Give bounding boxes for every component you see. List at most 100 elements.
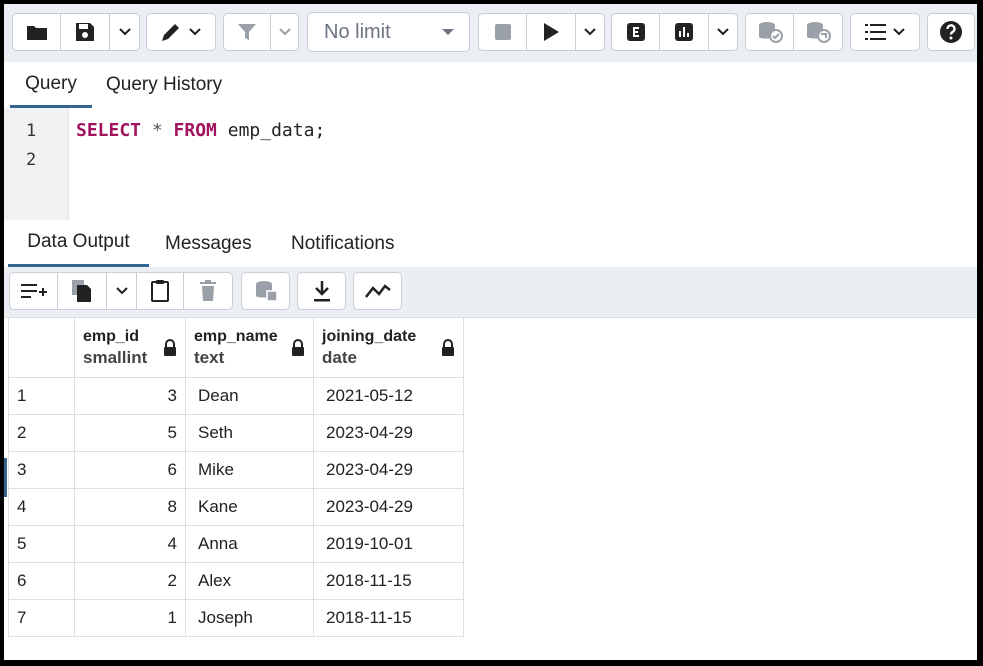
row-number[interactable]: 7 [8, 599, 75, 637]
line-number: 2 [26, 150, 37, 170]
cell-emp-name[interactable]: Kane [185, 488, 314, 526]
filter-icon [238, 24, 256, 40]
column-header-emp-name[interactable]: emp_name text [185, 317, 314, 378]
row-number[interactable]: 5 [8, 525, 75, 563]
stop-button[interactable] [478, 13, 527, 51]
grid-corner-cell[interactable] [8, 317, 75, 378]
cell-emp-id[interactable]: 8 [74, 488, 186, 526]
explain-analyze-button[interactable] [660, 13, 709, 51]
lock-icon [442, 338, 454, 356]
download-button[interactable] [297, 272, 346, 310]
row-number[interactable]: 1 [8, 377, 75, 415]
save-button[interactable] [61, 13, 110, 51]
explain-button[interactable] [611, 13, 660, 51]
grid-body: 1 3 Dean 2021-05-12 2 5 Seth 2023-04-29 3 6 Mike 20… [8, 377, 464, 637]
add-row-button[interactable] [9, 272, 58, 310]
row-number[interactable]: 6 [8, 562, 75, 600]
save-data-icon [255, 281, 278, 302]
execute-button[interactable] [527, 13, 576, 51]
chevron-down-icon [115, 287, 128, 295]
save-data-button[interactable] [241, 272, 290, 310]
tab-data-output[interactable]: Data Output [8, 220, 149, 267]
cell-joining-date[interactable]: 2018-11-15 [313, 562, 464, 600]
pencil-icon [162, 24, 179, 41]
sql-editor[interactable]: 1 2 SELECT * FROM emp_data; [4, 108, 977, 221]
commit-icon [758, 22, 783, 43]
explain-options-dropdown[interactable] [709, 13, 738, 51]
code-line: SELECT * FROM emp_data; [76, 120, 325, 141]
macros-button[interactable] [850, 13, 920, 51]
cell-emp-id[interactable]: 4 [74, 525, 186, 563]
column-type: text [194, 347, 225, 367]
cell-joining-date[interactable]: 2018-11-15 [313, 599, 464, 637]
filter-button[interactable] [223, 13, 271, 51]
help-icon [940, 21, 962, 43]
edit-button[interactable] [146, 13, 216, 51]
line-number-gutter: 1 2 [4, 108, 69, 220]
rollback-button[interactable] [794, 13, 843, 51]
tab-messages[interactable]: Messages [165, 220, 252, 267]
cell-joining-date[interactable]: 2023-04-29 [313, 414, 464, 452]
paste-button[interactable] [137, 272, 184, 310]
row-number[interactable]: 4 [8, 488, 75, 526]
cell-joining-date[interactable]: 2023-04-29 [313, 451, 464, 489]
tab-query-history[interactable]: Query History [106, 62, 222, 108]
table-row[interactable]: 4 8 Kane 2023-04-29 [8, 488, 464, 526]
cell-emp-name[interactable]: Seth [185, 414, 314, 452]
cell-emp-name[interactable]: Alex [185, 562, 314, 600]
rollback-icon [807, 22, 831, 43]
code-star: * [141, 120, 174, 141]
cell-emp-id[interactable]: 1 [74, 599, 186, 637]
column-header-emp-id[interactable]: emp_id smallint [74, 317, 186, 378]
cell-emp-name[interactable]: Mike [185, 451, 314, 489]
delete-button[interactable] [184, 272, 233, 310]
commit-button[interactable] [745, 13, 794, 51]
cell-emp-name[interactable]: Anna [185, 525, 314, 563]
row-number[interactable]: 2 [8, 414, 75, 452]
table-row[interactable]: 6 2 Alex 2018-11-15 [8, 562, 464, 600]
cell-emp-id[interactable]: 6 [74, 451, 186, 489]
copy-options-dropdown[interactable] [107, 272, 137, 310]
table-row[interactable]: 1 3 Dean 2021-05-12 [8, 377, 464, 415]
data-grid: emp_id smallint emp_name text joining_date… [8, 317, 464, 637]
graph-visualiser-button[interactable] [353, 272, 402, 310]
open-file-button[interactable] [12, 13, 61, 51]
filter-options-dropdown[interactable] [271, 13, 299, 51]
line-number: 1 [26, 121, 37, 141]
cell-joining-date[interactable]: 2019-10-01 [313, 525, 464, 563]
cell-joining-date[interactable]: 2023-04-29 [313, 488, 464, 526]
copy-icon [72, 280, 91, 302]
explain-icon [626, 23, 645, 41]
table-row[interactable]: 5 4 Anna 2019-10-01 [8, 525, 464, 563]
column-header-joining-date[interactable]: joining_datedate [313, 317, 464, 378]
download-icon [313, 281, 330, 302]
table-row[interactable]: 2 5 Seth 2023-04-29 [8, 414, 464, 452]
code-table-name: emp_data; [216, 120, 326, 141]
lock-icon [292, 338, 304, 356]
row-number[interactable]: 3 [8, 451, 75, 489]
execute-options-dropdown[interactable] [576, 13, 605, 51]
cell-emp-name[interactable]: Joseph [185, 599, 314, 637]
cell-emp-id[interactable]: 5 [74, 414, 186, 452]
save-options-dropdown[interactable] [110, 13, 140, 51]
cell-emp-id[interactable]: 3 [74, 377, 186, 415]
save-icon [76, 23, 94, 41]
column-name: joining_date [322, 327, 417, 345]
help-button[interactable] [927, 13, 975, 51]
trash-icon [200, 280, 216, 301]
clipboard-icon [151, 280, 169, 302]
play-icon [544, 23, 559, 41]
table-row[interactable]: 3 6 Mike 2023-04-29 [8, 451, 464, 489]
cell-emp-id[interactable]: 2 [74, 562, 186, 600]
analyze-icon [675, 23, 693, 41]
column-type: date [322, 347, 357, 367]
copy-button[interactable] [58, 272, 107, 310]
row-limit-select[interactable]: No limit [307, 12, 470, 52]
chevron-down-icon [118, 28, 131, 36]
table-row[interactable]: 7 1 Joseph 2018-11-15 [8, 599, 464, 637]
stop-icon [494, 24, 511, 40]
cell-joining-date[interactable]: 2021-05-12 [313, 377, 464, 415]
cell-emp-name[interactable]: Dean [185, 377, 314, 415]
tab-query[interactable]: Query [10, 62, 92, 108]
tab-notifications[interactable]: Notifications [291, 220, 395, 267]
